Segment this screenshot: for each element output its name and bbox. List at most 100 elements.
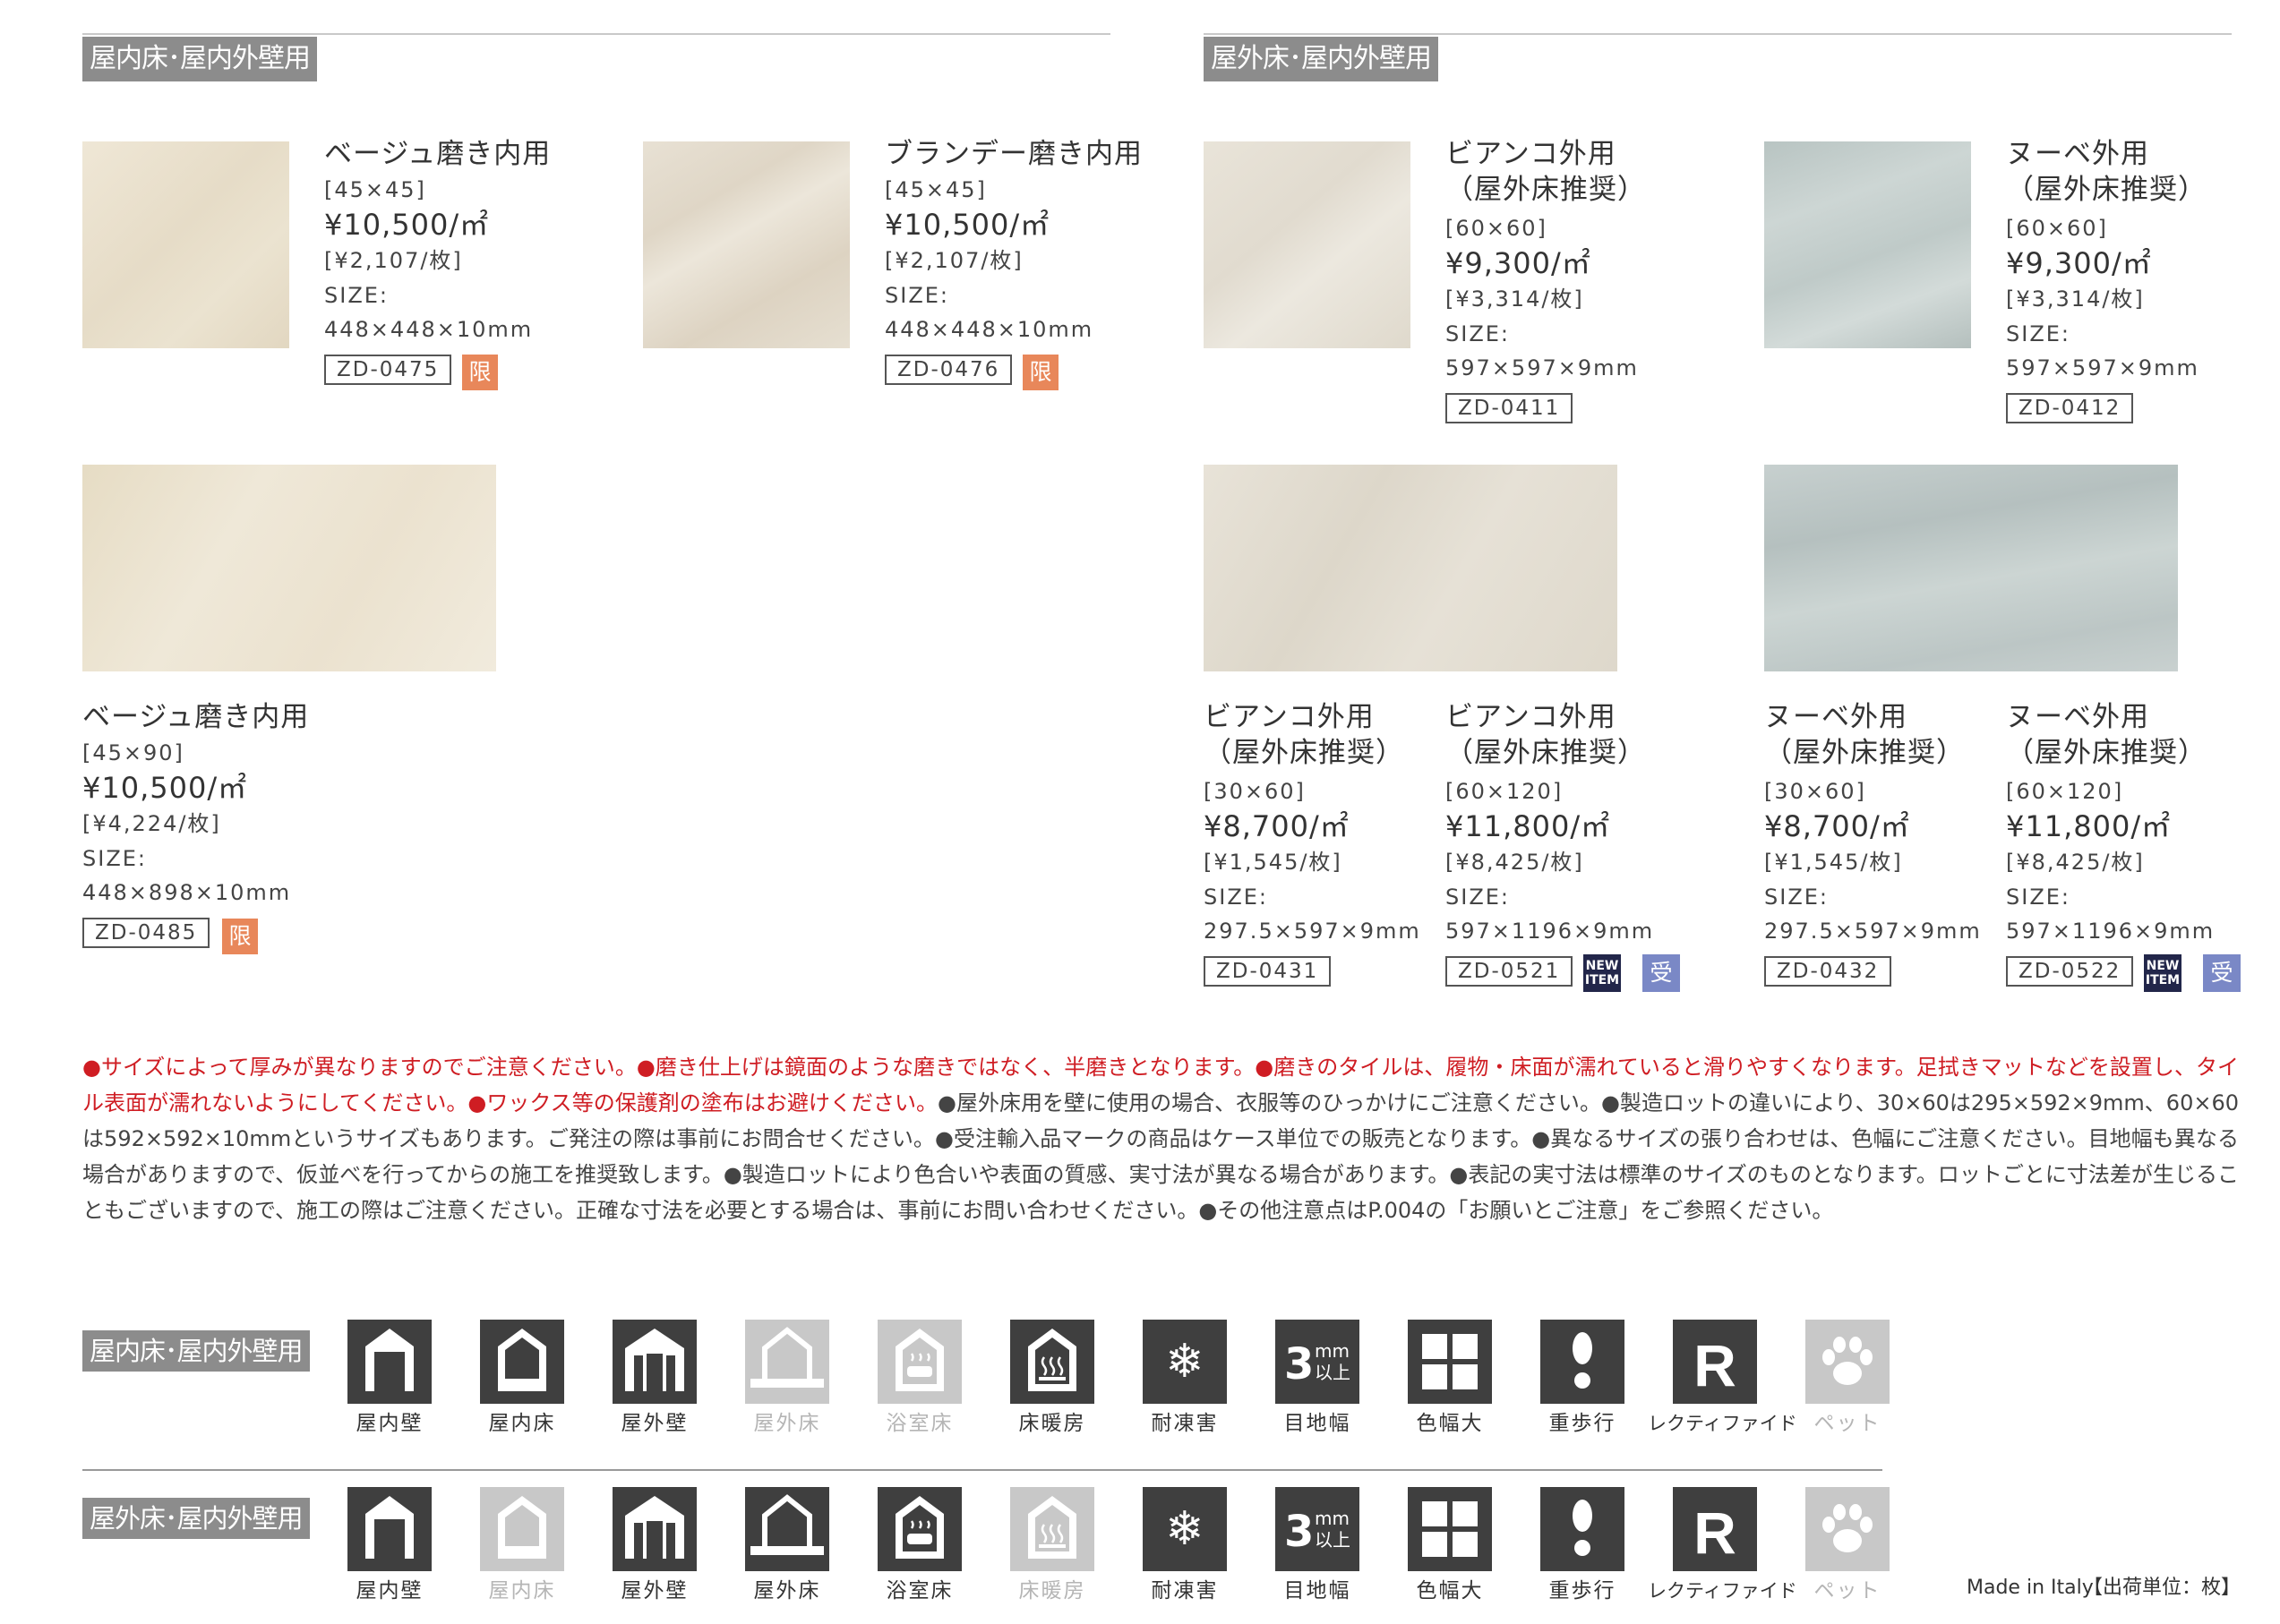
icon-label-indoor-floor: 屋内床 bbox=[488, 1579, 556, 1603]
indoor-floor-icon bbox=[480, 1487, 564, 1571]
product-code: ZD-0475 bbox=[324, 355, 452, 385]
icon-label-bathroom-floor: 浴室床 bbox=[886, 1412, 954, 1435]
product-size-label: SIZE: bbox=[1445, 321, 1511, 346]
product-unit-price: [¥4,224/枚] bbox=[82, 811, 221, 836]
outdoor-floor-icon bbox=[745, 1320, 829, 1404]
product-title: ヌーベ外用 （屋外床推奨） bbox=[2006, 701, 2207, 769]
limited-stock-badge: 限 bbox=[222, 919, 258, 954]
product-title: ベージュ磨き内用 bbox=[82, 701, 310, 733]
product-size-label: SIZE: bbox=[1764, 885, 1830, 910]
icon-label-color-variation: 色幅大 bbox=[1416, 1579, 1484, 1603]
product-price: ¥10,500/㎡ bbox=[885, 208, 1050, 242]
product-code: ZD-0476 bbox=[885, 355, 1013, 385]
right-top-rule bbox=[1204, 33, 2232, 35]
product-size-category: [60×120] bbox=[2006, 779, 2124, 804]
icon-label-outdoor-wall: 屋外壁 bbox=[621, 1412, 689, 1435]
icon-label-bathroom-floor: 浴室床 bbox=[886, 1579, 954, 1603]
limited-stock-badge: 限 bbox=[1023, 355, 1059, 390]
product-title: ヌーベ外用 （屋外床推奨） bbox=[1764, 701, 1965, 769]
product-unit-price: [¥3,314/枚] bbox=[2006, 286, 2145, 312]
product-dimensions: 448×898×10mm bbox=[82, 880, 292, 905]
heavy-traffic-icon bbox=[1540, 1487, 1624, 1571]
frost-resistant-icon: ❄ bbox=[1143, 1320, 1227, 1404]
tile-swatch-bianco-30x60-60x120 bbox=[1204, 465, 1617, 671]
product-unit-price: [¥8,425/枚] bbox=[2006, 850, 2145, 875]
svg-text:❄: ❄ bbox=[1165, 1335, 1204, 1389]
rectified-icon: R bbox=[1673, 1320, 1757, 1404]
icon-label-outdoor-floor: 屋外床 bbox=[753, 1579, 821, 1603]
product-size-label: SIZE: bbox=[1445, 885, 1511, 910]
svg-text:以上: 以上 bbox=[1315, 1362, 1350, 1383]
product-size-label: SIZE: bbox=[324, 283, 390, 308]
footer-made-in: Made in Italy bbox=[1967, 1577, 2094, 1599]
svg-text:mm: mm bbox=[1315, 1508, 1350, 1529]
outdoor-wall-icon bbox=[613, 1320, 697, 1404]
limited-stock-badge: 限 bbox=[462, 355, 498, 390]
product-size-label: SIZE: bbox=[82, 846, 148, 871]
svg-text:3: 3 bbox=[1284, 1507, 1314, 1557]
floor-heating-icon bbox=[1010, 1487, 1094, 1571]
product-price: ¥11,800/㎡ bbox=[1445, 809, 1611, 843]
product-dimensions: 448×448×10mm bbox=[885, 317, 1094, 342]
product-size-category: [45×45] bbox=[324, 177, 426, 202]
product-size-category: [45×90] bbox=[82, 740, 184, 765]
icon-label-heavy-traffic: 重歩行 bbox=[1548, 1579, 1616, 1603]
svg-text:3: 3 bbox=[1284, 1339, 1314, 1389]
product-unit-price: [¥3,314/枚] bbox=[1445, 286, 1584, 312]
pet-icon bbox=[1805, 1487, 1890, 1571]
svg-text:R: R bbox=[1693, 1500, 1736, 1566]
product-code: ZD-0412 bbox=[2006, 393, 2134, 423]
icon-label-floor-heating: 床暖房 bbox=[1018, 1412, 1086, 1435]
icon-label-indoor-wall: 屋内壁 bbox=[356, 1412, 424, 1435]
product-code: ZD-0411 bbox=[1445, 393, 1573, 423]
tile-swatch-nuvole-30x60-60x120 bbox=[1764, 465, 2178, 671]
icon-label-joint-width: 目地幅 bbox=[1283, 1579, 1351, 1603]
svg-text:以上: 以上 bbox=[1315, 1529, 1350, 1551]
pet-icon bbox=[1805, 1320, 1890, 1404]
icon-label-floor-heating: 床暖房 bbox=[1018, 1579, 1086, 1603]
tile-swatch-bianco-60x60 bbox=[1204, 141, 1410, 348]
product-title: ビアンコ外用 （屋外床推奨） bbox=[1445, 701, 1646, 769]
svg-text:R: R bbox=[1693, 1332, 1736, 1398]
caution-notes: ●サイズによって厚みが異なりますのでご注意ください。●磨き仕上げは鏡面のような磨… bbox=[82, 1049, 2239, 1228]
product-unit-price: [¥2,107/枚] bbox=[885, 248, 1024, 273]
product-price: ¥9,300/㎡ bbox=[2006, 246, 2152, 280]
product-size-label: SIZE: bbox=[2006, 885, 2071, 910]
icon-label-pet: ペット bbox=[1813, 1412, 1881, 1435]
tile-swatch-beige-polished-45x90 bbox=[82, 465, 496, 671]
heavy-traffic-icon bbox=[1540, 1320, 1624, 1404]
product-size-label: SIZE: bbox=[2006, 321, 2071, 346]
product-dimensions: 297.5×597×9mm bbox=[1764, 919, 1982, 944]
section-label-outdoor: 屋外床･屋内外壁用 bbox=[1204, 37, 1438, 81]
joint-width-icon: 3 mm 以上 bbox=[1275, 1487, 1359, 1571]
product-size-category: [30×60] bbox=[1204, 779, 1306, 804]
indoor-wall-icon bbox=[347, 1320, 432, 1404]
frost-resistant-icon: ❄ bbox=[1143, 1487, 1227, 1571]
product-price: ¥10,500/㎡ bbox=[324, 208, 490, 242]
tile-swatch-nuvole-60x60 bbox=[1764, 141, 1971, 348]
color-variation-icon bbox=[1408, 1487, 1492, 1571]
product-unit-price: [¥1,545/枚] bbox=[1204, 850, 1342, 875]
product-title: ビアンコ外用 （屋外床推奨） bbox=[1445, 138, 1646, 206]
product-size-category: [60×60] bbox=[2006, 216, 2108, 241]
icon-label-rectified: レクティファイド bbox=[1648, 1413, 1797, 1434]
icon-label-joint-width: 目地幅 bbox=[1283, 1412, 1351, 1435]
tile-swatch-beige-polished-45x45 bbox=[82, 141, 289, 348]
new-item-badge: NEW ITEM bbox=[2144, 954, 2181, 992]
product-dimensions: 597×597×9mm bbox=[2006, 355, 2199, 380]
product-title: ベージュ磨き内用 bbox=[324, 138, 552, 170]
icon-label-outdoor-floor: 屋外床 bbox=[753, 1412, 821, 1435]
icon-label-pet: ペット bbox=[1813, 1579, 1881, 1603]
order-import-badge: 受 bbox=[2203, 954, 2241, 992]
icon-label-rectified: レクティファイド bbox=[1648, 1580, 1797, 1602]
tile-swatch-brandy-polished-45x45 bbox=[643, 141, 850, 348]
product-unit-price: [¥2,107/枚] bbox=[324, 248, 463, 273]
floor-heating-icon bbox=[1010, 1320, 1094, 1404]
product-dimensions: 597×597×9mm bbox=[1445, 355, 1639, 380]
icon-label-color-variation: 色幅大 bbox=[1416, 1412, 1484, 1435]
product-code: ZD-0432 bbox=[1764, 956, 1892, 987]
product-code: ZD-0485 bbox=[82, 918, 210, 948]
product-size-category: [45×45] bbox=[885, 177, 987, 202]
indoor-floor-icon bbox=[480, 1320, 564, 1404]
product-dimensions: 297.5×597×9mm bbox=[1204, 919, 1421, 944]
